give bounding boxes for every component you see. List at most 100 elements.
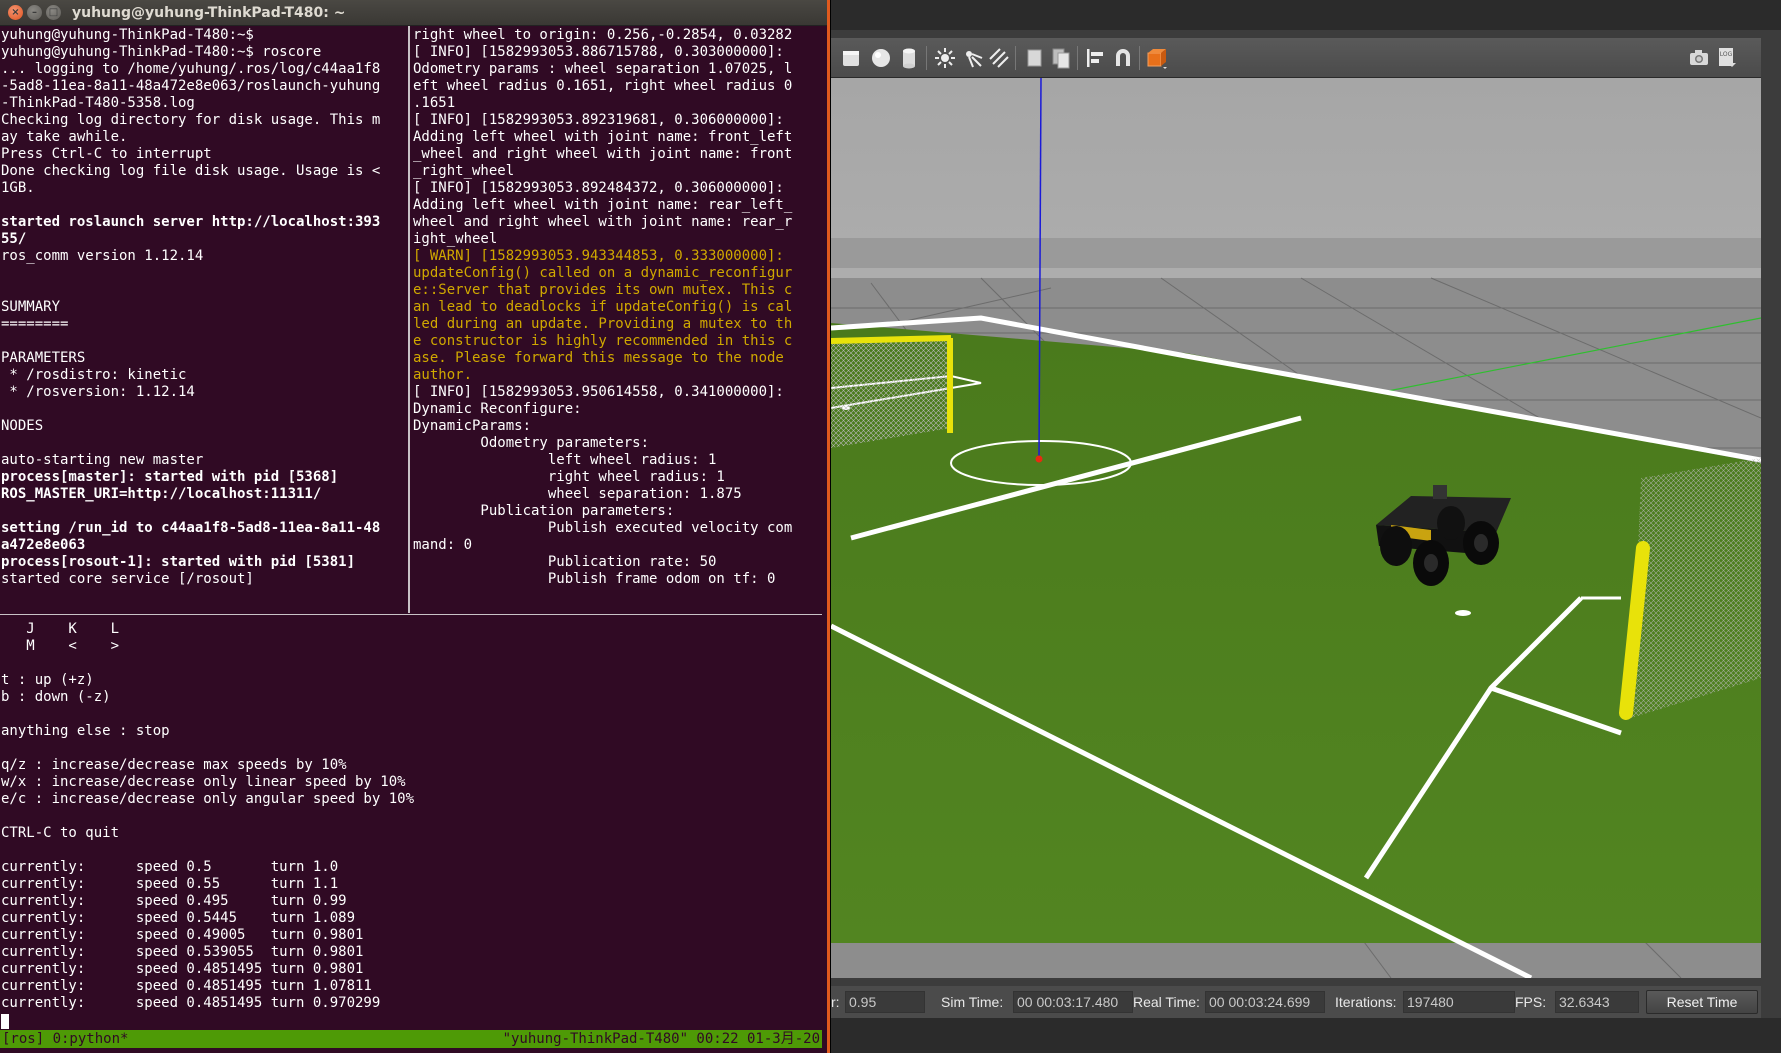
terminal-line: [ INFO] [1582993053.950614558, 0.3410000…	[413, 384, 784, 400]
point-light-icon[interactable]	[933, 46, 957, 70]
terminal-line: started roslaunch server http://localhos…	[1, 214, 381, 230]
terminal-line: Adding left wheel with joint name: rear_…	[413, 197, 793, 213]
pane-divider-horizontal[interactable]	[0, 614, 822, 615]
terminal-line: Press Ctrl-C to interrupt	[1, 146, 212, 162]
terminal-line: process[master]: started with pid [5368]	[1, 469, 339, 485]
terminal-line: q/z : increase/decrease max speeds by 10…	[1, 757, 347, 773]
terminal-line: currently: speed 0.539055 turn 0.9801	[1, 944, 364, 960]
terminal-line: a472e8e063	[1, 537, 86, 553]
screenshot-icon[interactable]	[1687, 46, 1711, 70]
tmux-status-bar: [ros] 0:python* "yuhung-ThinkPad-T480" 0…	[0, 1030, 822, 1048]
sphere-shape-icon[interactable]	[869, 46, 893, 70]
terminal-line: right wheel radius: 1	[413, 469, 725, 485]
toolbar-separator	[1139, 46, 1140, 70]
husky-log-pane[interactable]: right wheel to origin: 0.256,-0.2854, 0.…	[413, 27, 823, 613]
pane-divider-vertical[interactable]	[408, 26, 410, 613]
terminal-line: wheel and right wheel with joint name: r…	[413, 214, 793, 230]
cylinder-shape-icon[interactable]	[897, 46, 921, 70]
terminal-titlebar[interactable]: × – □ yuhung@yuhung-ThinkPad-T480: ~	[0, 0, 827, 26]
real-time-label: Real Time:	[1133, 994, 1200, 1010]
terminal-title: yuhung@yuhung-ThinkPad-T480: ~	[72, 5, 346, 21]
terminal-line: _wheel and right wheel with joint name: …	[413, 146, 793, 162]
terminal-line: currently: speed 0.495 turn 0.99	[1, 893, 347, 909]
terminal-line: ... logging to /home/yuhung/.ros/log/c44…	[1, 61, 381, 77]
terminal-line: ROS_MASTER_URI=http://localhost:11311/	[1, 486, 322, 502]
terminal-line: Publish executed velocity com	[413, 520, 793, 536]
terminal-line: .1651	[413, 95, 456, 111]
sim-time-label: Sim Time:	[941, 994, 1004, 1010]
tmux-window-list[interactable]: [ros] 0:python*	[2, 1030, 128, 1048]
iterations-field: 197480	[1403, 991, 1515, 1013]
terminal-line: left wheel radius: 1	[413, 452, 717, 468]
terminal-line: mand: 0	[413, 537, 473, 553]
terminal-line: yuhung@yuhung-ThinkPad-T480:~$ roscore	[1, 44, 322, 60]
terminal-line: M < >	[1, 638, 120, 654]
terminal-line: currently: speed 0.4851495 turn 1.07811	[1, 978, 372, 994]
terminal-line: yuhung@yuhung-ThinkPad-T480:~$	[1, 27, 254, 43]
align-icon[interactable]	[1083, 46, 1107, 70]
iterations-label: Iterations:	[1335, 994, 1397, 1010]
box-shape-icon[interactable]	[839, 46, 863, 70]
terminal-line: currently: speed 0.49005 turn 0.9801	[1, 927, 364, 943]
tmux-host-clock: "yuhung-ThinkPad-T480" 00:22 01-3月-20	[502, 1031, 820, 1047]
minimize-icon[interactable]: –	[27, 5, 42, 20]
gazebo-window[interactable]: LOG r: 0.95 Sim Time: 00 00:03:17.480 Re…	[831, 0, 1781, 1053]
terminal-line: 1GB.	[1, 180, 35, 196]
gazebo-3d-viewport[interactable]	[831, 78, 1761, 978]
terminal-line: led during an update. Providing a mutex …	[413, 316, 793, 332]
terminal-cursor	[1, 1014, 9, 1029]
terminal-line: setting /run_id to c44aa1f8-5ad8-11ea-8a…	[1, 520, 381, 536]
terminal-line: w/x : increase/decrease only linear spee…	[1, 774, 406, 790]
gazebo-top-strip	[831, 0, 1781, 30]
terminal-line: Checking log directory for disk usage. T…	[1, 112, 381, 128]
svg-text:LOG: LOG	[1720, 51, 1733, 58]
terminal-line: _right_wheel	[413, 163, 515, 179]
terminal-line: Adding left wheel with joint name: front…	[413, 129, 793, 145]
terminal-line: an lead to deadlocks if updateConfig() i…	[413, 299, 793, 315]
terminal-line: eft wheel radius 0.1651, right wheel rad…	[413, 78, 793, 94]
teleop-pane[interactable]: J K L M < > t : up (+z) b : down (-z) anyth…	[1, 621, 821, 1031]
gazebo-bottom-strip	[831, 1018, 1781, 1053]
change-view-icon[interactable]	[1145, 46, 1169, 70]
terminal-line: Publication parameters:	[413, 503, 675, 519]
directional-light-icon[interactable]	[987, 46, 1011, 70]
terminal-line: currently: speed 0.5 turn 1.0	[1, 859, 339, 875]
terminal-line: DynamicParams:	[413, 418, 532, 434]
terminal-line: CTRL-C to quit	[1, 825, 120, 841]
terminal-line: auto-starting new master	[1, 452, 204, 468]
terminal-line: * /rosversion: 1.12.14	[1, 384, 195, 400]
terminal-line: SUMMARY	[1, 299, 61, 315]
spot-light-icon[interactable]	[961, 46, 985, 70]
maximize-icon[interactable]: □	[46, 5, 61, 20]
copy-icon[interactable]	[1023, 46, 1047, 70]
terminal-line: ight_wheel	[413, 231, 498, 247]
terminal-line: ase. Please forward this message to the …	[413, 350, 784, 366]
close-icon[interactable]: ×	[8, 5, 23, 20]
terminal-window[interactable]: × – □ yuhung@yuhung-ThinkPad-T480: ~ yuh…	[0, 0, 830, 1053]
toolbar-separator	[926, 46, 927, 70]
terminal-line: Done checking log file disk usage. Usage…	[1, 163, 381, 179]
terminal-line: currently: speed 0.4851495 turn 0.970299	[1, 995, 381, 1011]
fps-label: FPS:	[1515, 994, 1547, 1010]
log-icon[interactable]: LOG	[1715, 46, 1739, 70]
terminal-line: J K L	[1, 621, 120, 637]
terminal-line: [ INFO] [1582993053.892484372, 0.3060000…	[413, 180, 784, 196]
real-time-factor-field: 0.95	[845, 991, 925, 1013]
terminal-line: e/c : increase/decrease only angular spe…	[1, 791, 415, 807]
reset-time-button[interactable]: Reset Time	[1646, 990, 1758, 1014]
terminal-line: currently: speed 0.55 turn 1.1	[1, 876, 339, 892]
roscore-pane[interactable]: yuhung@yuhung-ThinkPad-T480:~$ yuhung@yuh…	[1, 27, 407, 613]
terminal-line: [ INFO] [1582993053.886715788, 0.3030000…	[413, 44, 784, 60]
terminal-line: b : down (-z)	[1, 689, 111, 705]
terminal-line: PARAMETERS	[1, 350, 86, 366]
paste-icon[interactable]	[1049, 46, 1073, 70]
snap-icon[interactable]	[1111, 46, 1135, 70]
